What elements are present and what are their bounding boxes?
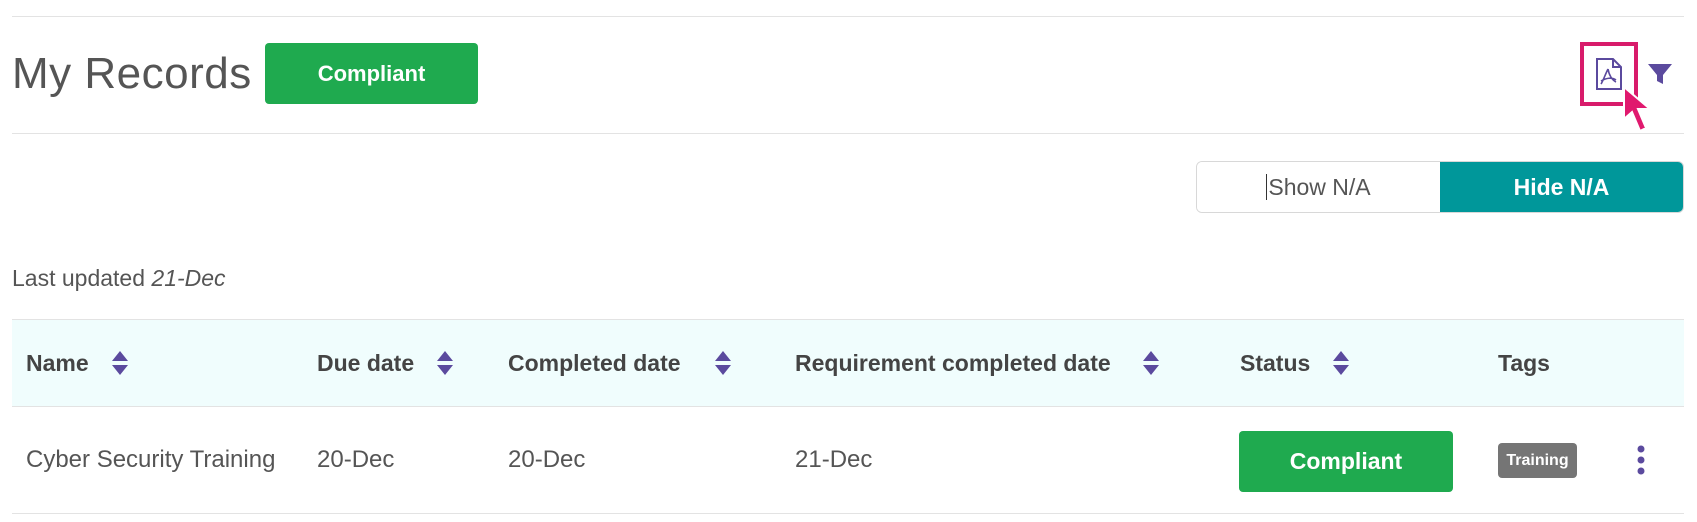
sort-icon <box>437 351 454 375</box>
column-header-due-date[interactable]: Due date <box>317 320 454 406</box>
column-label: Requirement completed date <box>795 349 1111 376</box>
column-label: Name <box>26 349 89 376</box>
tag-badge: Training <box>1498 443 1577 478</box>
column-header-status[interactable]: Status <box>1240 320 1350 406</box>
table-row[interactable]: Cyber Security Training 20-Dec 20-Dec 21… <box>12 407 1684 514</box>
show-na-label: Show N/A <box>1268 173 1371 200</box>
column-label: Status <box>1240 349 1311 376</box>
cell-completed-date: 20-Dec <box>508 446 586 473</box>
sort-icon <box>111 351 128 375</box>
overall-status-badge: Compliant <box>265 43 478 104</box>
sort-icon <box>1333 351 1350 375</box>
column-header-requirement-completed-date[interactable]: Requirement completed date <box>795 320 1160 406</box>
column-header-name[interactable]: Name <box>26 320 129 406</box>
hide-na-option[interactable]: Hide N/A <box>1440 162 1683 212</box>
page-title: My Records <box>12 49 252 98</box>
table-header: Name Due date Completed date Requirement… <box>12 319 1684 407</box>
sort-icon <box>1142 351 1159 375</box>
cell-name: Cyber Security Training <box>26 446 276 473</box>
show-na-option[interactable]: Show N/A <box>1197 162 1440 212</box>
last-updated: Last updated 21-Dec <box>12 265 226 292</box>
top-divider <box>12 16 1684 17</box>
mouse-pointer-icon <box>1623 85 1653 133</box>
last-updated-prefix: Last updated <box>12 265 152 291</box>
sort-icon <box>714 351 731 375</box>
column-header-completed-date[interactable]: Completed date <box>508 320 732 406</box>
column-label: Tags <box>1498 349 1550 376</box>
more-options-icon[interactable] <box>1633 443 1649 477</box>
status-badge: Compliant <box>1239 431 1453 492</box>
column-header-tags: Tags <box>1498 320 1550 406</box>
hide-na-label: Hide N/A <box>1513 173 1610 200</box>
cell-due-date: 20-Dec <box>317 446 395 473</box>
text-cursor <box>1266 174 1268 200</box>
cell-requirement-completed-date: 21-Dec <box>795 446 873 473</box>
filter-funnel-icon[interactable] <box>1646 60 1674 88</box>
column-label: Completed date <box>508 349 681 376</box>
na-visibility-toggle[interactable]: Show N/A Hide N/A <box>1196 161 1684 213</box>
header-divider <box>12 133 1684 134</box>
pdf-file-icon <box>1596 58 1622 90</box>
last-updated-date: 21-Dec <box>151 265 226 291</box>
column-label: Due date <box>317 349 415 376</box>
